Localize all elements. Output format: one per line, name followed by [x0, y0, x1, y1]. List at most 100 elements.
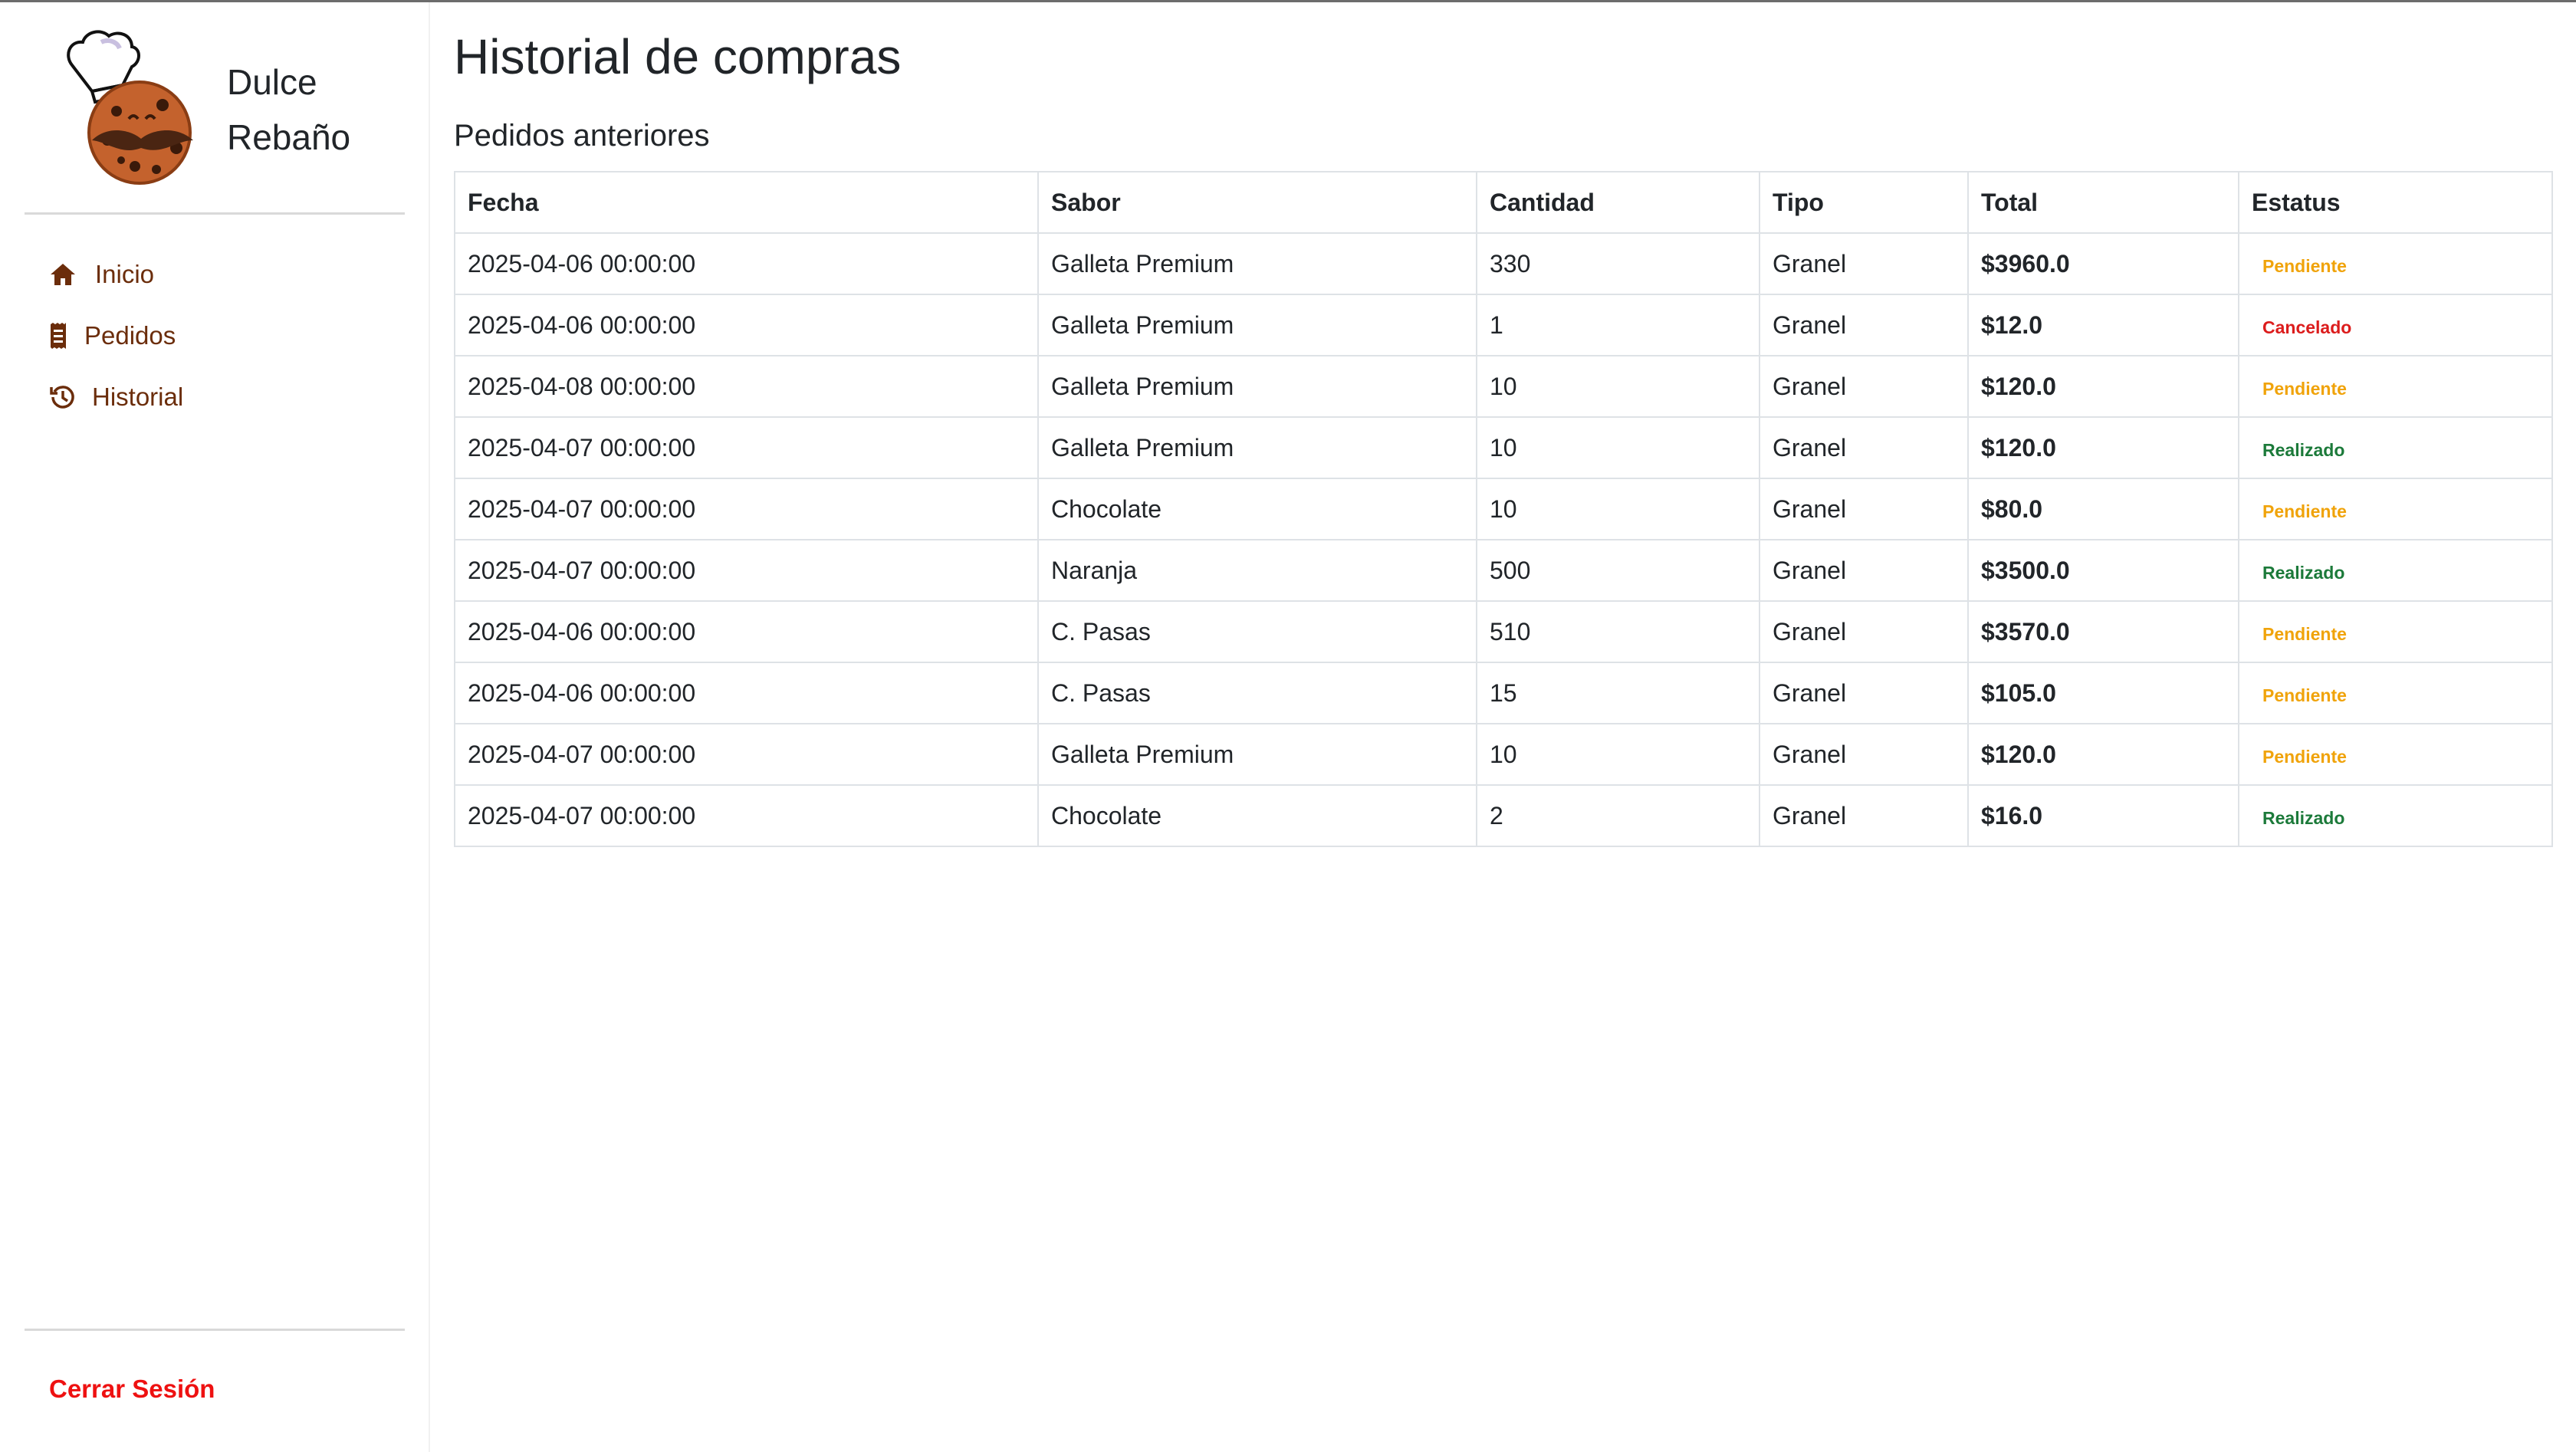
sidebar-item-inicio[interactable]: Inicio	[48, 244, 400, 305]
cell-estatus: Cancelado	[2238, 294, 2553, 356]
history-icon	[48, 382, 78, 412]
cell-tipo: Granel	[1759, 355, 1969, 418]
receipt-icon	[48, 320, 69, 351]
logout-button[interactable]: Cerrar Sesión	[49, 1375, 215, 1404]
table-row[interactable]: 2025-04-07 00:00:00 Galleta Premium 10 G…	[454, 416, 2553, 479]
sidebar-item-historial[interactable]: Historial	[48, 366, 400, 428]
cell-estatus: Pendiente	[2238, 662, 2553, 724]
cell-fecha: 2025-04-07 00:00:00	[454, 784, 1039, 847]
column-header-total[interactable]: Total	[1967, 171, 2239, 234]
cell-total: $120.0	[1967, 723, 2239, 786]
status-badge: Realizado	[2262, 807, 2345, 828]
status-badge: Realizado	[2262, 439, 2345, 460]
cell-sabor: Chocolate	[1037, 784, 1477, 847]
status-badge: Pendiente	[2262, 255, 2347, 276]
cell-tipo: Granel	[1759, 416, 1969, 479]
cell-tipo: Granel	[1759, 294, 1969, 356]
table-row[interactable]: 2025-04-07 00:00:00 Chocolate 2 Granel $…	[454, 784, 2553, 847]
status-badge: Realizado	[2262, 562, 2345, 583]
cell-tipo: Granel	[1759, 600, 1969, 663]
sidebar-item-pedidos[interactable]: Pedidos	[48, 305, 400, 366]
app-window: Dulce Rebaño Inicio Pedidos Historial Ce…	[0, 0, 2576, 1452]
cell-sabor: Chocolate	[1037, 478, 1477, 540]
table-row[interactable]: 2025-04-06 00:00:00 Galleta Premium 1 Gr…	[454, 294, 2553, 356]
column-header-fecha[interactable]: Fecha	[454, 171, 1039, 234]
cell-estatus: Realizado	[2238, 539, 2553, 602]
sidebar-divider	[25, 212, 405, 215]
cell-total: $105.0	[1967, 662, 2239, 724]
table-row[interactable]: 2025-04-07 00:00:00 Naranja 500 Granel $…	[454, 539, 2553, 602]
column-header-estatus[interactable]: Estatus	[2238, 171, 2553, 234]
column-header-tipo[interactable]: Tipo	[1759, 171, 1969, 234]
section-title: Pedidos anteriores	[454, 119, 710, 153]
cell-sabor: Naranja	[1037, 539, 1477, 602]
table-row[interactable]: 2025-04-06 00:00:00 C. Pasas 510 Granel …	[454, 600, 2553, 663]
cell-sabor: C. Pasas	[1037, 662, 1477, 724]
status-badge: Pendiente	[2262, 378, 2347, 399]
table-row[interactable]: 2025-04-07 00:00:00 Galleta Premium 10 G…	[454, 723, 2553, 786]
page-title: Historial de compras	[454, 29, 902, 84]
table-row[interactable]: 2025-04-07 00:00:00 Chocolate 10 Granel …	[454, 478, 2553, 540]
cell-tipo: Granel	[1759, 478, 1969, 540]
cell-cantidad: 10	[1476, 355, 1760, 418]
cell-cantidad: 10	[1476, 416, 1760, 479]
brand-name: Dulce Rebaño	[227, 54, 411, 165]
cell-total: $12.0	[1967, 294, 2239, 356]
cell-estatus: Pendiente	[2238, 723, 2553, 786]
table-header-row: Fecha Sabor Cantidad Tipo Total Estatus	[454, 171, 2553, 234]
table-row[interactable]: 2025-04-08 00:00:00 Galleta Premium 10 G…	[454, 355, 2553, 418]
sidebar-divider-bottom	[25, 1329, 405, 1331]
cell-fecha: 2025-04-07 00:00:00	[454, 539, 1039, 602]
column-header-sabor[interactable]: Sabor	[1037, 171, 1477, 234]
status-badge: Pendiente	[2262, 501, 2347, 521]
cell-tipo: Granel	[1759, 723, 1969, 786]
cell-estatus: Realizado	[2238, 416, 2553, 479]
cookie-chef-logo-icon	[67, 30, 193, 185]
cell-tipo: Granel	[1759, 232, 1969, 295]
cell-tipo: Granel	[1759, 662, 1969, 724]
status-badge: Cancelado	[2262, 317, 2352, 337]
orders-table: Fecha Sabor Cantidad Tipo Total Estatus …	[454, 171, 2553, 847]
cell-sabor: Galleta Premium	[1037, 294, 1477, 356]
cell-cantidad: 10	[1476, 478, 1760, 540]
cell-fecha: 2025-04-06 00:00:00	[454, 600, 1039, 663]
cell-tipo: Granel	[1759, 539, 1969, 602]
table-row[interactable]: 2025-04-06 00:00:00 C. Pasas 15 Granel $…	[454, 662, 2553, 724]
cell-cantidad: 330	[1476, 232, 1760, 295]
cell-total: $80.0	[1967, 478, 2239, 540]
cell-fecha: 2025-04-08 00:00:00	[454, 355, 1039, 418]
cell-cantidad: 15	[1476, 662, 1760, 724]
cell-tipo: Granel	[1759, 784, 1969, 847]
cell-total: $16.0	[1967, 784, 2239, 847]
cell-estatus: Pendiente	[2238, 600, 2553, 663]
status-badge: Pendiente	[2262, 685, 2347, 705]
cell-fecha: 2025-04-06 00:00:00	[454, 232, 1039, 295]
cell-sabor: Galleta Premium	[1037, 723, 1477, 786]
brand[interactable]: Dulce Rebaño	[61, 25, 414, 186]
cell-cantidad: 1	[1476, 294, 1760, 356]
brand-name-line2: Rebaño	[227, 117, 351, 157]
sidebar-item-label: Pedidos	[84, 321, 176, 350]
status-badge: Pendiente	[2262, 746, 2347, 767]
cell-cantidad: 10	[1476, 723, 1760, 786]
cell-estatus: Realizado	[2238, 784, 2553, 847]
cell-fecha: 2025-04-07 00:00:00	[454, 723, 1039, 786]
cell-total: $120.0	[1967, 355, 2239, 418]
cell-cantidad: 500	[1476, 539, 1760, 602]
home-icon	[48, 259, 78, 290]
cell-estatus: Pendiente	[2238, 478, 2553, 540]
sidebar-item-label: Historial	[92, 383, 184, 411]
brand-name-line1: Dulce	[227, 62, 317, 102]
cell-fecha: 2025-04-06 00:00:00	[454, 294, 1039, 356]
cell-fecha: 2025-04-07 00:00:00	[454, 478, 1039, 540]
column-header-cantidad[interactable]: Cantidad	[1476, 171, 1760, 234]
cell-total: $3960.0	[1967, 232, 2239, 295]
cell-estatus: Pendiente	[2238, 232, 2553, 295]
cell-cantidad: 510	[1476, 600, 1760, 663]
status-badge: Pendiente	[2262, 623, 2347, 644]
sidebar-item-label: Inicio	[95, 260, 155, 288]
sidebar: Dulce Rebaño Inicio Pedidos Historial Ce…	[0, 2, 430, 1452]
cell-total: $3570.0	[1967, 600, 2239, 663]
cell-sabor: Galleta Premium	[1037, 416, 1477, 479]
table-row[interactable]: 2025-04-06 00:00:00 Galleta Premium 330 …	[454, 232, 2553, 295]
